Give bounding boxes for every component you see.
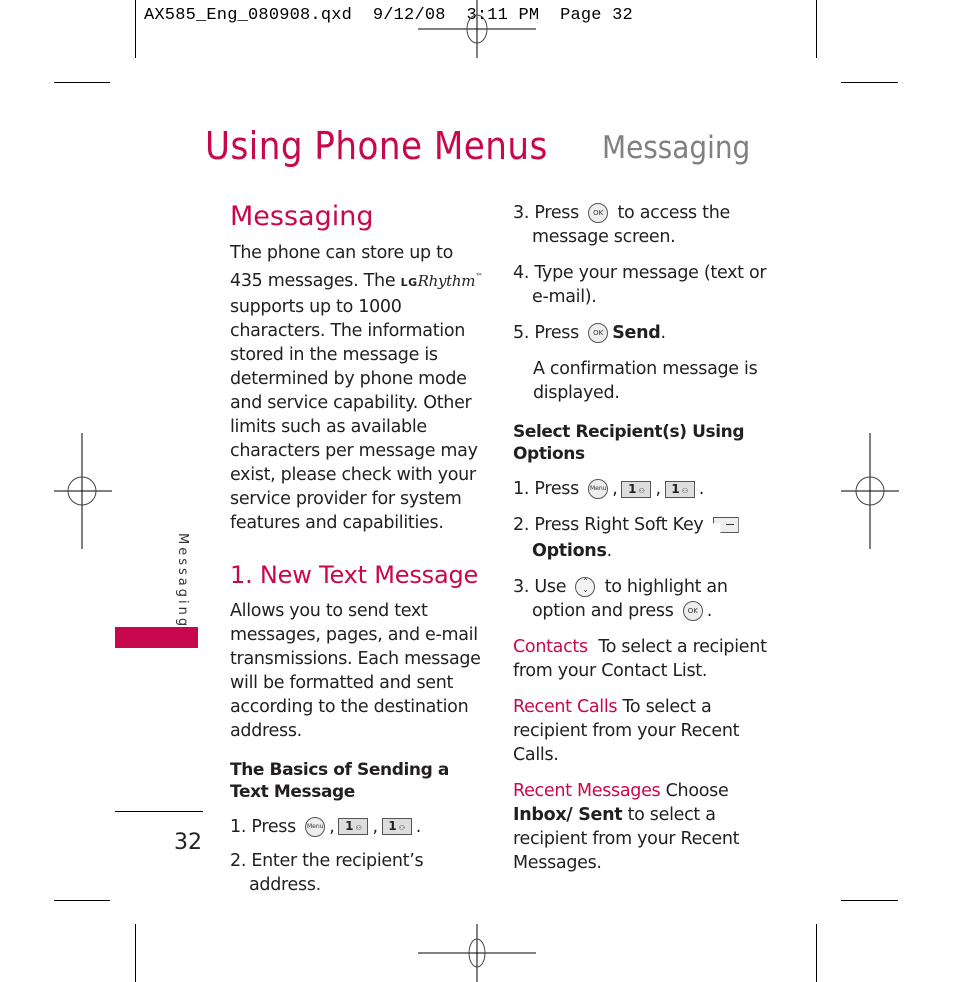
option-recent-calls: Recent Calls To select a recipient from …: [513, 697, 740, 765]
ok-key-icon: OK: [588, 203, 609, 223]
step-item: 4. Type your message (text or e-mail).: [513, 263, 767, 307]
step-item: 3. Press OK to access the message screen…: [513, 203, 730, 247]
crop-mark: [54, 82, 110, 83]
right-soft-key-icon: [712, 517, 739, 533]
crop-mark: [841, 900, 898, 901]
menu-key-icon: Menu: [588, 479, 609, 499]
step-item: 1. Press Menu, 1 ⚇, 1 ⚇.: [513, 479, 704, 499]
step-item: 2. Enter the recipient’s address.: [230, 850, 424, 895]
page-number-rule: [115, 811, 203, 812]
page-title: Using Phone Menus: [205, 124, 548, 168]
section-description: Allows you to send text messages, pages,…: [230, 600, 481, 741]
option-recent-messages: Recent Messages Choose Inbox/ Sent to se…: [513, 781, 740, 873]
print-slug: AX585_Eng_080908.qxd 9/12/08 3:11 PM Pag…: [144, 6, 633, 25]
navigation-key-icon: ⌃ ⌄: [575, 577, 596, 597]
step-item: 1. Press Menu, 1 ⚇, 1 ⚇.: [230, 816, 421, 837]
ok-key-icon: OK: [588, 323, 609, 343]
sidebar-section-label: Messaging: [175, 533, 190, 630]
subheading-basics: The Basics of Sending a Text Message: [230, 759, 449, 802]
trademark: ™: [475, 272, 483, 281]
crop-mark: [135, 924, 136, 982]
intro-paragraph: The phone can store up to 435 messages. …: [230, 243, 483, 533]
page-number: 32: [174, 830, 202, 855]
right-column: 3. Press OK to access the message screen…: [513, 201, 768, 875]
registration-mark-top: [418, 0, 536, 58]
ok-key-icon: OK: [682, 601, 703, 621]
lg-logo: LG: [400, 275, 418, 289]
confirmation-note: A confirmation message is displayed.: [533, 359, 758, 403]
crop-mark: [841, 82, 898, 83]
registration-mark-right: [841, 433, 899, 549]
registration-mark-left: [54, 433, 112, 549]
step-item: 3. Use ⌃ ⌄ to highlight an option and pre…: [513, 577, 728, 621]
key-1-icon: 1 ⚇: [338, 818, 369, 836]
section-heading-new-text-message: 1. New Text Message: [230, 560, 479, 589]
brand-name: Rhythm: [417, 271, 476, 290]
key-1-icon: 1 ⚇: [664, 480, 695, 498]
crop-mark: [816, 924, 817, 982]
option-contacts: Contacts To select a recipient from your…: [513, 637, 767, 681]
menu-key-icon: Menu: [305, 816, 326, 837]
page-subtitle: Messaging: [602, 130, 751, 166]
sidebar-accent-bar: [115, 627, 198, 648]
registration-mark-bottom: [418, 924, 536, 982]
step-item: 5. Press OK Send.: [513, 323, 666, 343]
section-heading-messaging: Messaging: [230, 201, 374, 232]
key-1-icon: 1 ⚇: [621, 480, 652, 498]
subheading-select-recipients: Select Recipient(s) Using Options: [513, 422, 745, 464]
step-item: 2. Press Right Soft Key Options.: [513, 513, 768, 563]
crop-mark: [54, 900, 110, 901]
crop-mark: [816, 0, 817, 58]
crop-mark: [135, 0, 136, 58]
key-1-icon: 1 ⚇: [381, 818, 412, 836]
left-column: Messaging The phone can store up to 435 …: [230, 201, 485, 897]
